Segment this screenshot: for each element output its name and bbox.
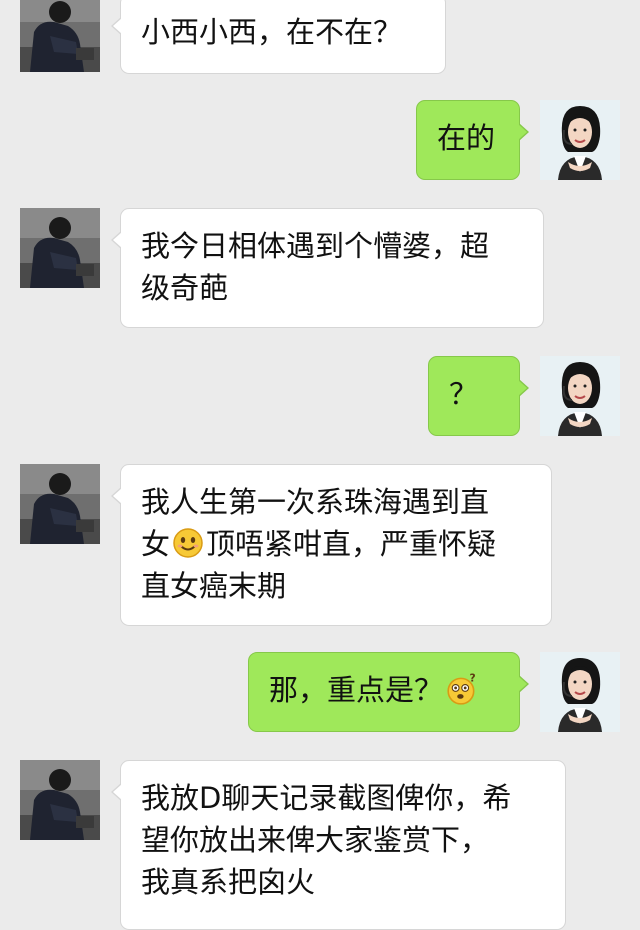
message-text-line: 我今日相体遇到个懵婆，超 bbox=[141, 229, 490, 263]
message-text-line: 望你放出来俾大家鉴赏下， bbox=[141, 823, 490, 857]
avatar[interactable] bbox=[540, 100, 620, 180]
message-text: 在的 bbox=[437, 121, 496, 155]
avatar[interactable] bbox=[20, 464, 100, 544]
message-text-line: 我放D聊天记录截图俾你，希 bbox=[141, 781, 512, 815]
user-photo-icon bbox=[20, 0, 100, 72]
message-text-line: 直女癌末期 bbox=[141, 569, 287, 603]
avatar[interactable] bbox=[20, 208, 100, 288]
avatar[interactable] bbox=[20, 760, 100, 840]
agent-photo-icon bbox=[540, 100, 620, 180]
svg-text:?: ? bbox=[469, 672, 475, 685]
agent-photo-icon bbox=[540, 652, 620, 732]
confused-emoji-icon: ? bbox=[447, 672, 476, 705]
user-photo-icon bbox=[20, 464, 100, 544]
user-photo-icon bbox=[20, 760, 100, 840]
message-bubble-outgoing[interactable]: 那，重点是？ ? bbox=[248, 652, 529, 732]
message-bubble-outgoing[interactable]: 在的 bbox=[416, 100, 529, 180]
message-text-segment: 顶唔紧咁直，严重怀疑 bbox=[206, 527, 497, 561]
message-text: 小西小西，在不在？ bbox=[141, 15, 403, 49]
chat-conversation[interactable]: 小西小西，在不在？ 在的 我今日相体遇到个懵婆，超 级奇葩 ？ 我人生第一次系珠… bbox=[0, 0, 640, 930]
message-text-line: 我真系把囟火 bbox=[141, 865, 316, 899]
message-bubble-outgoing[interactable]: ？ bbox=[428, 356, 529, 436]
user-photo-icon bbox=[20, 208, 100, 288]
message-text: 那，重点是？ bbox=[269, 673, 444, 707]
message-bubble-incoming[interactable]: 小西小西，在不在？ bbox=[111, 0, 446, 74]
message-text: ？ bbox=[449, 377, 479, 411]
message-text-line: 女 顶唔紧咁直，严重怀疑 bbox=[141, 523, 531, 565]
message-text-line: 级奇葩 bbox=[141, 271, 229, 305]
avatar[interactable] bbox=[540, 652, 620, 732]
message-text-segment: 女 bbox=[141, 527, 171, 561]
smile-emoji-icon bbox=[173, 528, 203, 558]
message-text-line: 那，重点是？ ? bbox=[269, 669, 499, 711]
agent-photo-icon bbox=[540, 356, 620, 436]
avatar[interactable] bbox=[540, 356, 620, 436]
avatar[interactable] bbox=[20, 0, 100, 72]
message-bubble-incoming[interactable]: 我人生第一次系珠海遇到直 女 顶唔紧咁直，严重怀疑 直女癌末期 bbox=[111, 464, 552, 626]
message-bubble-incoming[interactable]: 我今日相体遇到个懵婆，超 级奇葩 bbox=[111, 208, 544, 328]
message-bubble-incoming[interactable]: 我放D聊天记录截图俾你，希 望你放出来俾大家鉴赏下， 我真系把囟火 bbox=[111, 760, 566, 930]
message-text-line: 我人生第一次系珠海遇到直 bbox=[141, 485, 490, 519]
